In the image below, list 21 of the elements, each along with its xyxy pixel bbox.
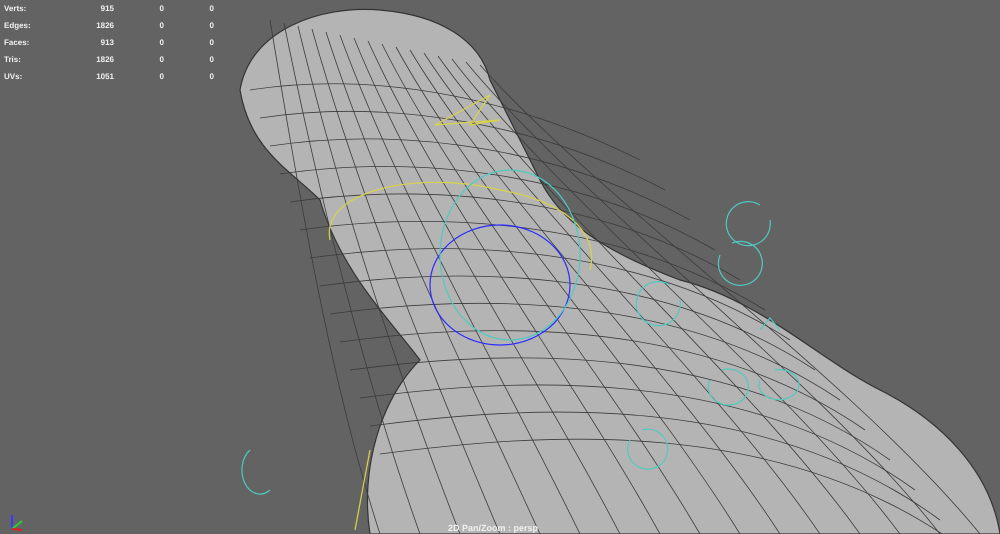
stat-value: 1826: [95, 55, 114, 64]
stat-label: Edges:: [4, 21, 32, 30]
stat-label: Verts:: [4, 4, 28, 13]
stat-value: 0: [158, 72, 164, 81]
stat-value: 0: [208, 72, 214, 81]
stat-value: 1826: [95, 21, 114, 30]
stat-value: 0: [208, 21, 214, 30]
stat-label: Faces:: [4, 38, 30, 47]
stat-label: Tris:: [4, 55, 22, 64]
stat-label: UVs:: [4, 72, 24, 81]
stat-value: 1051: [95, 72, 114, 81]
axis-icon: [8, 512, 24, 532]
stat-value: 913: [100, 38, 114, 47]
stat-value: 0: [208, 4, 214, 13]
stat-value: 0: [208, 55, 214, 64]
stat-value: 0: [208, 38, 214, 47]
stat-value: 0: [158, 21, 164, 30]
stat-value: 915: [100, 4, 114, 13]
stat-value: 0: [158, 38, 164, 47]
stat-value: 0: [158, 4, 164, 13]
stat-value: 0: [158, 55, 164, 64]
